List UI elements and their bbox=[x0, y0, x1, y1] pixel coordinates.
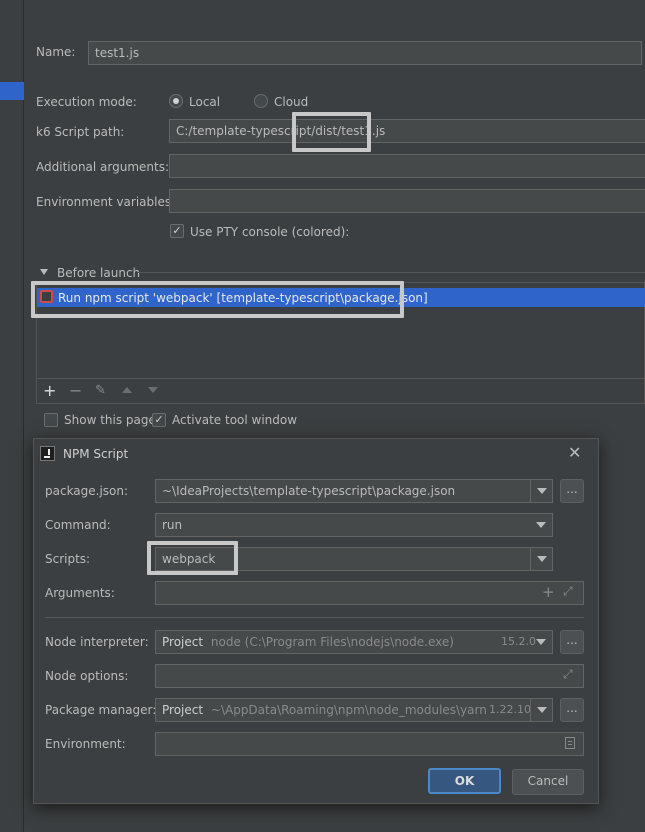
before-launch-label: Before launch bbox=[57, 266, 141, 280]
package-manager-browse-button[interactable]: ... bbox=[560, 698, 584, 722]
execution-mode-label: Execution mode: bbox=[36, 95, 137, 109]
node-options-field[interactable] bbox=[155, 664, 584, 688]
package-json-label: package.json: bbox=[45, 484, 129, 498]
ok-button[interactable]: OK bbox=[428, 768, 501, 794]
package-manager-kind: Project bbox=[162, 703, 204, 717]
package-json-value: ~\IdeaProjects\template-typescript\packa… bbox=[162, 484, 456, 498]
task-highlight bbox=[31, 281, 404, 318]
command-dropdown[interactable] bbox=[530, 514, 552, 536]
package-manager-dropdown[interactable] bbox=[530, 699, 552, 721]
package-json-browse-button[interactable]: ... bbox=[560, 479, 584, 503]
env-vars-field[interactable] bbox=[169, 189, 645, 213]
chevron-down-icon bbox=[536, 707, 547, 713]
command-value: run bbox=[162, 518, 183, 532]
node-interpreter-browse-button[interactable]: ... bbox=[560, 630, 584, 654]
additional-args-label: Additional arguments: bbox=[36, 160, 170, 174]
package-json-dropdown[interactable] bbox=[530, 480, 552, 502]
scripts-label: Scripts: bbox=[45, 552, 91, 566]
show-page-checkbox[interactable] bbox=[44, 413, 58, 427]
local-radio[interactable] bbox=[169, 94, 183, 108]
node-interpreter-label: Node interpreter: bbox=[45, 635, 149, 649]
script-path-label: k6 Script path: bbox=[36, 125, 125, 139]
pty-label: Use PTY console (colored): bbox=[190, 225, 350, 239]
local-radio-label: Local bbox=[189, 95, 221, 109]
command-combo[interactable]: run bbox=[155, 513, 553, 537]
name-label: Name: bbox=[36, 45, 76, 59]
environment-label: Environment: bbox=[45, 737, 126, 751]
close-icon[interactable]: ✕ bbox=[568, 443, 581, 462]
list-toolbar-separator bbox=[37, 378, 645, 379]
package-manager-path: ~\AppData\Roaming\npm\node_modules\yarn bbox=[210, 703, 487, 717]
chevron-down-icon bbox=[536, 488, 547, 494]
node-interpreter-combo[interactable]: Project node (C:\Program Files\nodejs\no… bbox=[155, 630, 553, 654]
dialog-separator bbox=[45, 617, 584, 618]
package-json-combo[interactable]: ~\IdeaProjects\template-typescript\packa… bbox=[155, 479, 553, 503]
show-page-label: Show this page bbox=[64, 413, 156, 427]
chevron-down-icon bbox=[536, 639, 546, 645]
command-label: Command: bbox=[45, 518, 111, 532]
additional-args-field[interactable] bbox=[169, 154, 645, 178]
arguments-label: Arguments: bbox=[45, 586, 115, 600]
scripts-dropdown[interactable] bbox=[530, 548, 552, 570]
move-up-icon[interactable] bbox=[122, 387, 132, 393]
env-vars-label: Environment variables: bbox=[36, 195, 176, 209]
minus-icon[interactable]: − bbox=[69, 383, 82, 399]
name-field[interactable]: test1.js bbox=[88, 41, 642, 65]
script-path-field[interactable]: C:/template-typescript/dist/test1.js bbox=[169, 119, 645, 143]
package-manager-label: Package manager: bbox=[45, 703, 157, 717]
cancel-button[interactable]: Cancel bbox=[512, 769, 584, 795]
left-panel bbox=[0, 0, 24, 832]
before-launch-separator bbox=[138, 272, 645, 273]
move-down-icon[interactable] bbox=[148, 387, 158, 393]
plus-icon[interactable]: + bbox=[542, 583, 555, 601]
node-interpreter-path: node (C:\Program Files\nodejs\node.exe) bbox=[210, 635, 454, 649]
cloud-radio-label: Cloud bbox=[274, 95, 309, 109]
pty-checkbox[interactable]: ✓ bbox=[170, 224, 184, 238]
environment-field[interactable] bbox=[155, 732, 584, 756]
expand-icon[interactable]: ⤢ bbox=[563, 667, 573, 682]
node-interpreter-kind: Project bbox=[162, 635, 204, 649]
node-interpreter-dropdown[interactable] bbox=[530, 631, 552, 653]
edit-icon[interactable]: ✎ bbox=[95, 384, 106, 397]
intellij-logo-icon bbox=[40, 446, 55, 461]
chevron-down-icon bbox=[536, 522, 546, 528]
document-icon[interactable] bbox=[565, 737, 575, 749]
activate-tool-label: Activate tool window bbox=[172, 413, 298, 427]
left-panel-selection[interactable] bbox=[0, 82, 24, 100]
activate-tool-checkbox[interactable]: ✓ bbox=[152, 413, 166, 427]
expand-icon[interactable]: ⤢ bbox=[563, 584, 573, 599]
plus-icon[interactable]: + bbox=[43, 383, 56, 399]
scripts-highlight bbox=[147, 541, 238, 575]
collapse-triangle-icon[interactable] bbox=[40, 269, 48, 275]
package-manager-version: 1.22.10 bbox=[489, 703, 531, 716]
cloud-radio[interactable] bbox=[254, 94, 268, 108]
script-path-highlight bbox=[292, 112, 371, 152]
arguments-field[interactable] bbox=[155, 581, 584, 605]
dialog-title: NPM Script bbox=[63, 447, 129, 461]
node-options-label: Node options: bbox=[45, 669, 129, 683]
chevron-down-icon bbox=[536, 556, 547, 562]
